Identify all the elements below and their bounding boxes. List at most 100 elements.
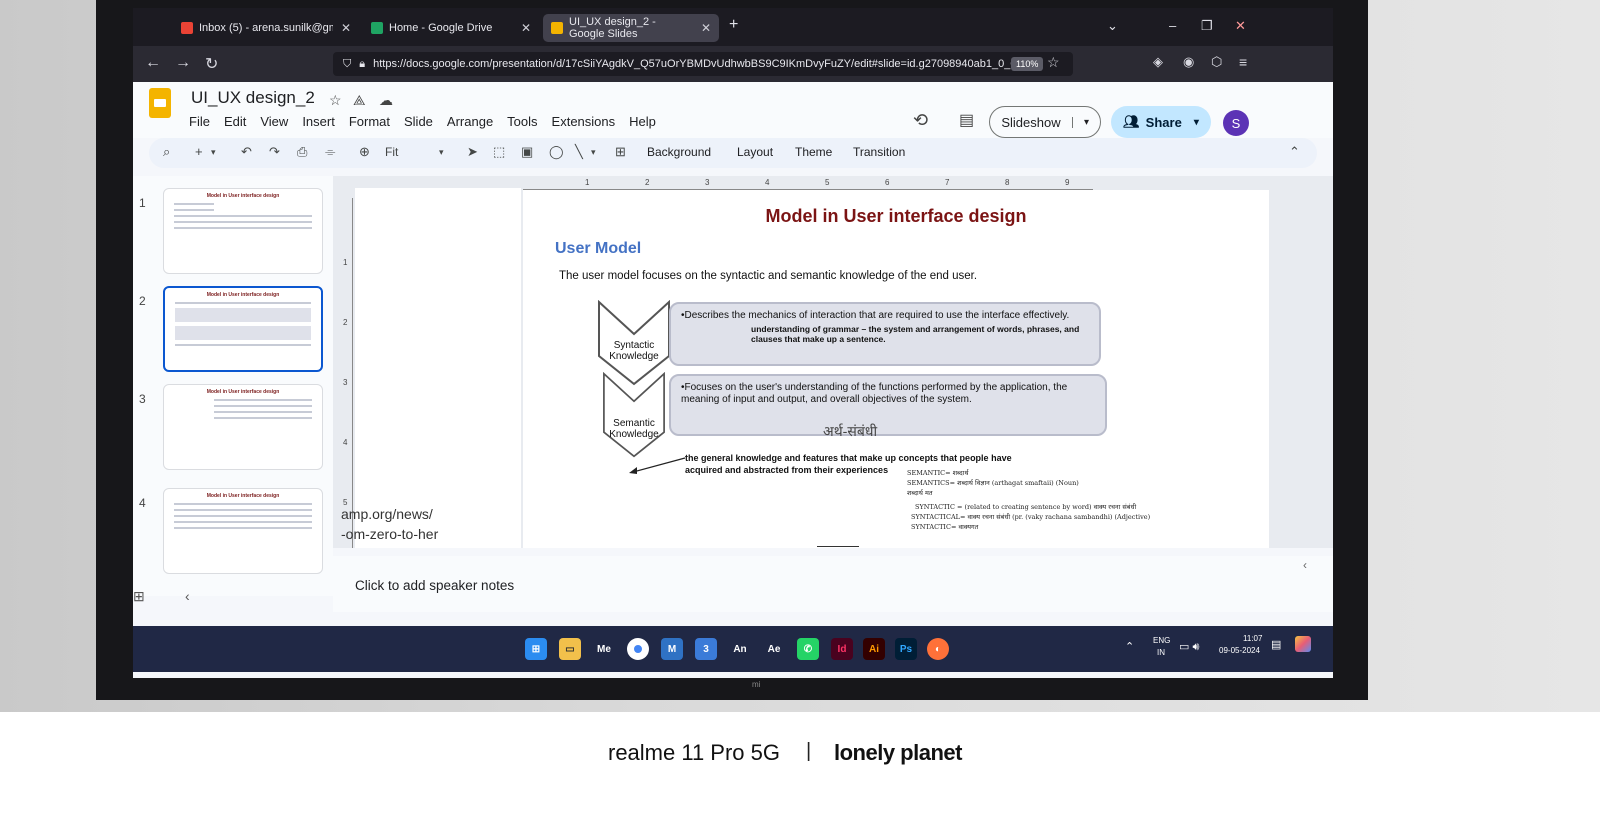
line-icon[interactable]: ╲ — [575, 144, 583, 160]
search-icon[interactable]: ⌕ — [163, 144, 170, 160]
menu-insert[interactable]: Insert — [302, 114, 335, 129]
account-icon[interactable]: ◉ — [1183, 54, 1194, 70]
minimize-icon[interactable]: – — [1169, 18, 1176, 33]
layout-button[interactable]: Layout — [737, 145, 773, 159]
taskbar-app-me[interactable]: Me — [593, 638, 615, 660]
semantic-chevron-shape[interactable] — [597, 372, 671, 458]
close-icon[interactable]: ✕ — [693, 21, 711, 35]
document-title[interactable]: UI_UX design_2 — [191, 88, 315, 108]
tab-slides[interactable]: UI_UX design_2 - Google Slides ✕ — [543, 14, 719, 42]
new-tab-button[interactable]: + — [729, 16, 738, 34]
menu-icon[interactable]: ≡ — [1239, 54, 1247, 70]
restore-icon[interactable]: ❐ — [1201, 18, 1213, 34]
share-button[interactable]: 👥︎ Share ▾ — [1111, 106, 1211, 138]
whatsapp-icon[interactable]: ✆ — [797, 638, 819, 660]
slideshow-button[interactable]: Slideshow ▾ — [989, 106, 1101, 138]
speaker-notes-placeholder[interactable]: Click to add speaker notes — [355, 578, 514, 593]
slide-thumbnail-selected[interactable]: Model in User interface design — [163, 286, 323, 372]
widget-icon[interactable] — [1295, 636, 1311, 652]
comment-icon[interactable]: ▤ — [959, 110, 974, 130]
url-bar[interactable]: ⛉ 🔒︎ https://docs.google.com/presentatio… — [333, 52, 1073, 76]
avatar[interactable]: S — [1223, 110, 1249, 136]
close-icon[interactable]: ✕ — [333, 21, 351, 35]
extensions-icon[interactable]: ⬡ — [1211, 54, 1222, 70]
chevron-down-icon[interactable]: ▾ — [1072, 116, 1100, 128]
slide-lead-text[interactable]: The user model focuses on the syntactic … — [559, 270, 977, 282]
windows-start-icon[interactable]: ⊞ — [525, 638, 547, 660]
clock-time[interactable]: 11:07 — [1243, 634, 1262, 643]
language-indicator[interactable]: ENG — [1153, 636, 1170, 645]
back-icon[interactable]: ← — [145, 54, 161, 72]
shape-icon[interactable]: ◯ — [549, 144, 564, 160]
history-icon[interactable]: ⟲ — [913, 110, 928, 131]
chevron-down-icon[interactable]: ▾ — [1194, 117, 1199, 128]
menu-extensions[interactable]: Extensions — [552, 114, 616, 129]
taskbar-app-id[interactable]: Id — [831, 638, 853, 660]
comment-add-icon[interactable]: ⊞ — [615, 144, 626, 160]
zoom-select[interactable]: Fit — [385, 145, 398, 159]
move-icon[interactable]: ⟁ — [353, 92, 366, 109]
menu-tools[interactable]: Tools — [507, 114, 537, 129]
redo-icon[interactable]: ↷ — [269, 144, 280, 160]
arrow-note-text[interactable]: the general knowledge and features that … — [685, 452, 1045, 476]
tab-drive[interactable]: Home - Google Drive ✕ — [363, 14, 539, 42]
taskbar-app-an[interactable]: An — [729, 638, 751, 660]
notification-icon[interactable]: ▤ — [1271, 638, 1281, 651]
slide-canvas[interactable]: Model in User interface design User Mode… — [523, 190, 1269, 548]
theme-button[interactable]: Theme — [795, 145, 832, 159]
close-icon[interactable]: ✕ — [513, 21, 531, 35]
slide-title[interactable]: Model in User interface design — [523, 206, 1269, 227]
outlook-icon[interactable]: M — [661, 638, 683, 660]
chevron-up-icon[interactable]: ⌃ — [1289, 144, 1300, 160]
chrome-icon[interactable] — [627, 638, 649, 660]
menu-view[interactable]: View — [260, 114, 288, 129]
reload-icon[interactable]: ↻ — [205, 54, 218, 74]
chevron-left-icon[interactable]: ‹ — [185, 588, 190, 604]
new-slide-icon[interactable]: + — [195, 144, 203, 159]
calendar-icon[interactable]: 3 — [695, 638, 717, 660]
menu-edit[interactable]: Edit — [224, 114, 246, 129]
syntactic-box[interactable]: •Describes the mechanics of interaction … — [669, 302, 1101, 366]
star-icon[interactable]: ☆ — [329, 92, 342, 109]
slide-thumbnail[interactable]: Model in User interface design — [163, 384, 323, 470]
chevron-down-icon[interactable]: ▾ — [591, 147, 596, 158]
chevron-down-icon[interactable]: ▾ — [211, 147, 216, 158]
transition-button[interactable]: Transition — [853, 145, 905, 159]
menu-help[interactable]: Help — [629, 114, 656, 129]
background-button[interactable]: Background — [647, 145, 711, 159]
menu-format[interactable]: Format — [349, 114, 390, 129]
chevron-up-icon[interactable]: ⌃ — [1125, 640, 1134, 653]
slide-subtitle[interactable]: User Model — [555, 240, 641, 258]
clock-date[interactable]: 09-05-2024 — [1219, 646, 1260, 655]
slide-thumbnail[interactable]: Model in User interface design — [163, 488, 323, 574]
paint-format-icon[interactable]: ⌯ — [325, 144, 335, 160]
menu-arrange[interactable]: Arrange — [447, 114, 493, 129]
chevron-down-icon[interactable]: ▾ — [439, 147, 444, 158]
textbox-icon[interactable]: ⬚ — [493, 144, 505, 160]
slides-logo-icon[interactable] — [149, 88, 171, 118]
cloud-icon[interactable]: ☁ — [379, 92, 393, 109]
zoom-icon[interactable]: ⊕ — [359, 144, 370, 160]
grid-view-icon[interactable]: ⊞ — [133, 588, 145, 605]
menu-slide[interactable]: Slide — [404, 114, 433, 129]
taskbar-app-ps[interactable]: Ps — [895, 638, 917, 660]
arrow-shape[interactable] — [627, 456, 687, 476]
window-close-icon[interactable]: ✕ — [1235, 18, 1246, 34]
forward-icon[interactable]: → — [175, 54, 191, 72]
pocket-icon[interactable]: ◈ — [1153, 54, 1163, 70]
slide-thumbnail[interactable]: Model in User interface design — [163, 188, 323, 274]
image-icon[interactable]: ▣ — [521, 144, 533, 160]
print-icon[interactable]: ⎙ — [297, 144, 307, 160]
select-icon[interactable]: ➤ — [467, 144, 478, 160]
file-explorer-icon[interactable]: ▭ — [559, 638, 581, 660]
semantic-box[interactable]: •Focuses on the user's understanding of … — [669, 374, 1107, 436]
firefox-icon[interactable]: ◐ — [927, 638, 949, 660]
chevron-left-icon[interactable]: ‹ — [1303, 558, 1307, 572]
chevron-down-icon[interactable]: ⌄ — [1107, 18, 1118, 34]
volume-icon[interactable]: ▭ 🔊︎ — [1179, 640, 1199, 654]
undo-icon[interactable]: ↶ — [241, 144, 252, 160]
taskbar-app-ai[interactable]: Ai — [863, 638, 885, 660]
taskbar-app-ae[interactable]: Ae — [763, 638, 785, 660]
star-icon[interactable]: ☆ — [1047, 54, 1060, 71]
tab-gmail[interactable]: Inbox (5) - arena.sunilk@gmail.c ✕ — [173, 14, 359, 42]
